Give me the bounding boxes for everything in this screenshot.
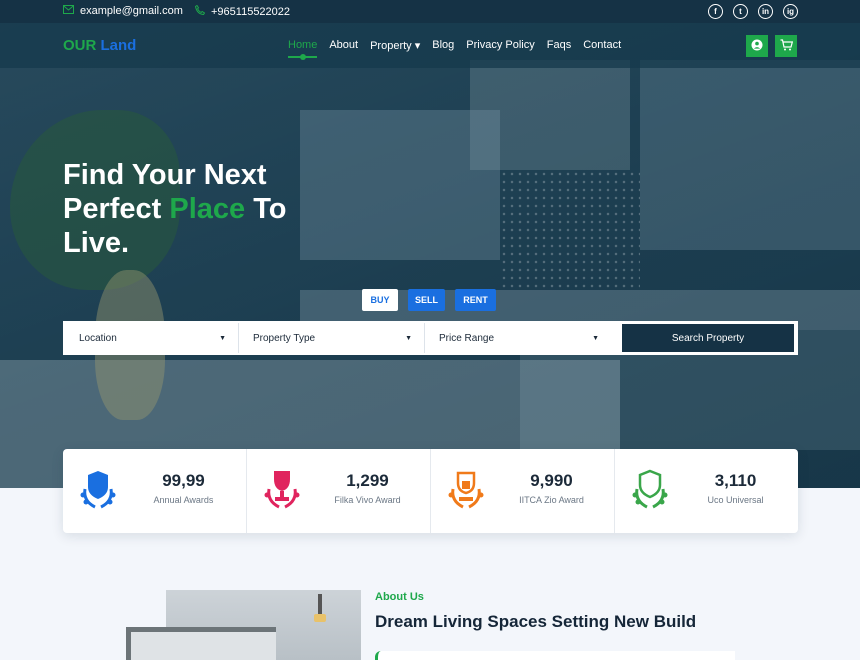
location-select[interactable]: Location ▼	[65, 323, 239, 353]
tab-sell[interactable]: SELL	[408, 289, 445, 311]
stat-label: Annual Awards	[153, 495, 214, 505]
nav-privacy-policy[interactable]: Privacy Policy	[466, 39, 534, 52]
cart-button[interactable]	[775, 35, 797, 57]
user-account-button[interactable]	[746, 35, 768, 57]
nav-about[interactable]: About	[329, 39, 358, 52]
caret-down-icon: ▼	[592, 334, 599, 342]
mail-icon	[63, 5, 74, 17]
stat-item: 99,99 Annual Awards	[63, 449, 247, 533]
stat-value: 3,110	[714, 471, 757, 490]
brand-part1: OUR	[63, 37, 97, 54]
nav-home[interactable]: Home	[288, 39, 318, 60]
headline-line3: Live.	[63, 227, 130, 259]
headline-word: To	[253, 193, 287, 225]
nav-contact[interactable]: Contact	[583, 39, 621, 52]
top-bar: example@gmail.com +965115522022 f t in i…	[0, 0, 860, 23]
about-feature-box	[375, 651, 735, 660]
instagram-icon[interactable]: ig	[783, 4, 798, 19]
about-image-secondary-inner	[131, 632, 276, 660]
stat-item: 1,299 Filka Vivo Award	[247, 449, 431, 533]
headline-accent-word: Place	[169, 193, 246, 225]
headline-word: Perfect	[63, 193, 162, 225]
facebook-icon[interactable]: f	[708, 4, 723, 19]
listing-type-tabs: BUY SELL RENT	[362, 289, 496, 311]
contact-email[interactable]: example@gmail.com	[63, 5, 183, 17]
caret-down-icon: ▼	[405, 334, 412, 342]
nav-property[interactable]: Property ▾	[370, 39, 420, 52]
stat-label: Uco Universal	[707, 495, 764, 505]
twitter-icon[interactable]: t	[733, 4, 748, 19]
lamp-icon	[318, 594, 322, 616]
email-text: example@gmail.com	[80, 5, 183, 17]
property-type-select-label: Property Type	[253, 332, 316, 344]
stat-label: Filka Vivo Award	[334, 495, 401, 505]
main-menu: Home About Property ▾ Blog Privacy Polic…	[288, 39, 621, 60]
price-range-select-label: Price Range	[439, 332, 495, 344]
property-search-bar: Location ▼ Property Type ▼ Price Range ▼…	[63, 321, 798, 355]
tab-rent[interactable]: RENT	[455, 289, 496, 311]
nav-blog[interactable]: Blog	[432, 39, 454, 52]
stat-item: 3,110 Uco Universal	[615, 449, 798, 533]
background-tile	[500, 170, 640, 290]
navbar: OUR Land Home About Property ▾ Blog Priv…	[0, 23, 860, 68]
price-range-select[interactable]: Price Range ▼	[425, 323, 611, 353]
stat-item: 9,990 IITCA Zio Award	[431, 449, 615, 533]
hero-headline: Find Your Next Perfect Place To Live.	[63, 158, 363, 260]
cart-icon	[780, 38, 793, 54]
phone-text: +965115522022	[211, 5, 291, 18]
property-type-select[interactable]: Property Type ▼	[239, 323, 425, 353]
about-tag: About Us	[375, 591, 424, 603]
stat-value: 99,99	[162, 471, 205, 490]
tab-buy[interactable]: BUY	[362, 289, 398, 311]
brand-logo[interactable]: OUR Land	[63, 37, 136, 54]
stat-value: 9,990	[530, 471, 573, 490]
contact-phone[interactable]: +965115522022	[194, 4, 291, 18]
background-cabinet	[640, 60, 860, 250]
user-icon	[751, 39, 763, 54]
social-links: f t in ig	[708, 4, 798, 19]
about-title: Dream Living Spaces Setting New Build	[375, 612, 697, 631]
linkedin-icon[interactable]: in	[758, 4, 773, 19]
caret-down-icon: ▼	[219, 334, 226, 342]
brand-part2: Land	[100, 37, 137, 54]
stat-label: IITCA Zio Award	[519, 495, 584, 505]
location-select-label: Location	[79, 332, 117, 344]
headline-line1: Find Your Next	[63, 159, 267, 191]
stat-value: 1,299	[346, 471, 389, 490]
stats-panel: 99,99 Annual Awards 1,299 Filka Vivo Awa…	[63, 449, 798, 533]
phone-icon	[194, 4, 206, 18]
search-property-button[interactable]: Search Property	[622, 324, 794, 352]
lamp-shade	[314, 614, 326, 622]
nav-faqs[interactable]: Faqs	[547, 39, 571, 52]
